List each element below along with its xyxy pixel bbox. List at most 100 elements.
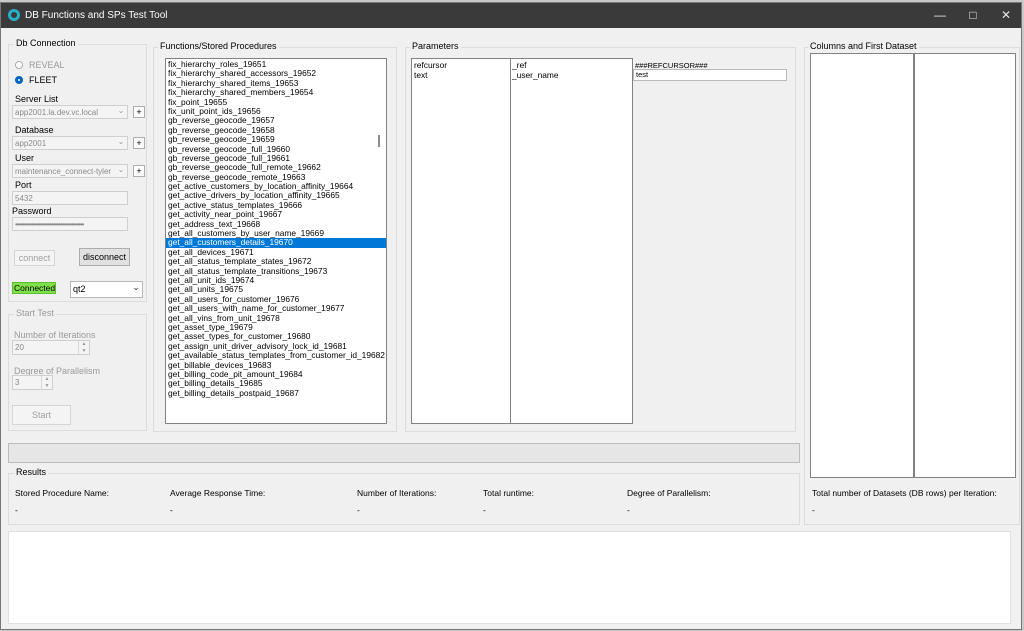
maximize-icon[interactable]: □ <box>956 3 990 28</box>
list-item[interactable]: get_all_devices_19671 <box>166 248 386 257</box>
results-group <box>8 473 800 525</box>
user-label: User <box>15 153 35 163</box>
port-field[interactable]: 5432 <box>12 191 128 205</box>
list-item[interactable]: fix_hierarchy_shared_members_19654 <box>166 88 386 97</box>
list-item[interactable]: fix_unit_point_ids_19656 <box>166 107 386 116</box>
list-item[interactable]: gb_reverse_geocode_19658 <box>166 126 386 135</box>
password-field[interactable]: •••••••••••••••••••••••••••••••••••••• <box>12 217 128 231</box>
list-item[interactable]: get_asset_types_for_customer_19680 <box>166 332 386 341</box>
database-value: app2001 <box>15 139 47 148</box>
list-item[interactable]: get_active_status_templates_19666 <box>166 201 386 210</box>
param-type-column: refcursor text <box>412 59 511 423</box>
parallelism-result-value: - <box>627 505 630 515</box>
environment-value: qt2 <box>73 284 86 294</box>
avg-response-value: - <box>170 505 173 515</box>
columns-list[interactable] <box>810 53 914 478</box>
list-item[interactable]: get_all_users_with_name_for_customer_196… <box>166 304 386 313</box>
list-item[interactable]: get_billing_details_postpaid_19687 <box>166 389 386 398</box>
list-item[interactable]: get_all_customers_by_user_name_19669 <box>166 229 386 238</box>
chevron-down-icon: ⌄ <box>117 106 125 115</box>
list-item[interactable]: gb_reverse_geocode_full_remote_19662 <box>166 163 386 172</box>
scrollbar-thumb[interactable] <box>378 135 380 147</box>
list-item[interactable]: get_all_status_template_transitions_1967… <box>166 267 386 276</box>
list-item[interactable]: get_billable_devices_19683 <box>166 361 386 370</box>
parallelism-spinner[interactable]: 3 ▲ ▼ <box>12 375 53 390</box>
environment-combo[interactable]: qt2 ⌄ <box>70 281 143 298</box>
list-item[interactable]: get_asset_type_19679 <box>166 323 386 332</box>
total-runtime-value: - <box>483 505 486 515</box>
chevron-down-icon: ⌄ <box>132 282 140 292</box>
list-item[interactable]: get_billing_details_19685 <box>166 379 386 388</box>
list-item[interactable]: gb_reverse_geocode_19657 <box>166 116 386 125</box>
connect-button[interactable]: connect <box>14 250 55 266</box>
list-item[interactable]: get_active_customers_by_location_affinit… <box>166 182 386 191</box>
list-item[interactable]: get_all_unit_ids_19674 <box>166 276 386 285</box>
parameters-table[interactable]: refcursor text _ref _user_name <box>411 58 633 424</box>
main-window: DB Functions and SPs Test Tool — □ ✕ Db … <box>0 2 1022 630</box>
add-server-button[interactable]: + <box>133 106 145 118</box>
minimize-icon[interactable]: — <box>923 3 957 28</box>
iterations-result-label: Number of Iterations: <box>357 488 437 498</box>
iterations-result-value: - <box>357 505 360 515</box>
functions-listbox[interactable]: fix_hierarchy_roles_19651 fix_hierarchy_s… <box>165 58 387 424</box>
list-item[interactable]: fix_point_19655 <box>166 98 386 107</box>
iterations-spinner[interactable]: 20 ▲ ▼ <box>12 340 90 355</box>
list-item[interactable]: fix_hierarchy_roles_19651 <box>166 60 386 69</box>
sp-name-value: - <box>15 505 18 515</box>
list-item[interactable]: get_active_drivers_by_location_affinity_… <box>166 191 386 200</box>
server-list-combo[interactable]: app2001.la.dev.vc.local ⌄ <box>12 105 128 119</box>
list-item[interactable]: get_all_customers_details_19670 <box>166 238 386 248</box>
list-item[interactable]: fix_hierarchy_shared_items_19653 <box>166 79 386 88</box>
param-name-column: _ref _user_name <box>510 59 632 423</box>
radio-fleet[interactable] <box>15 76 23 84</box>
port-label: Port <box>15 180 32 190</box>
param-value-input[interactable]: test <box>633 69 787 81</box>
list-item[interactable]: get_all_users_for_customer_19676 <box>166 295 386 304</box>
database-combo[interactable]: app2001 ⌄ <box>12 136 128 150</box>
password-label: Password <box>12 206 52 216</box>
progress-bar <box>8 443 800 463</box>
datasets-value: - <box>812 505 815 515</box>
title-bar: DB Functions and SPs Test Tool — □ ✕ <box>1 3 1021 28</box>
iterations-value: 20 <box>15 343 24 352</box>
db-connection-label: Db Connection <box>14 38 78 48</box>
list-item[interactable]: gb_reverse_geocode_full_19661 <box>166 154 386 163</box>
results-label: Results <box>14 467 49 477</box>
list-item[interactable]: get_activity_near_point_19667 <box>166 210 386 219</box>
user-value: maintenance_connect-tyler <box>15 167 112 176</box>
list-item[interactable]: gb_reverse_geocode_19659 <box>166 135 386 144</box>
add-user-button[interactable]: + <box>133 165 145 177</box>
list-item[interactable]: get_assign_unit_driver_advisory_lock_id_… <box>166 342 386 351</box>
radio-fleet-label: FLEET <box>29 75 58 85</box>
chevron-down-icon: ⌄ <box>117 165 125 174</box>
list-item[interactable]: get_all_status_template_states_19672 <box>166 257 386 266</box>
param-name-cell: _user_name <box>512 69 559 80</box>
list-item[interactable]: get_billing_code_pit_amount_19684 <box>166 370 386 379</box>
parallelism-result-label: Degree of Parallelism: <box>627 488 711 498</box>
start-button[interactable]: Start <box>12 405 71 425</box>
list-item[interactable]: gb_reverse_geocode_remote_19663 <box>166 173 386 182</box>
list-item[interactable]: gb_reverse_geocode_full_19660 <box>166 145 386 154</box>
disconnect-button[interactable]: disconnect <box>79 248 130 266</box>
list-item[interactable]: fix_hierarchy_shared_accessors_19652 <box>166 69 386 78</box>
database-label: Database <box>15 125 54 135</box>
server-list-value: app2001.la.dev.vc.local <box>15 108 99 117</box>
start-test-label: Start Test <box>14 308 56 318</box>
spin-down-icon[interactable]: ▼ <box>78 347 89 354</box>
list-item[interactable]: get_available_status_templates_from_cust… <box>166 351 386 360</box>
close-icon[interactable]: ✕ <box>989 3 1021 28</box>
user-combo[interactable]: maintenance_connect-tyler ⌄ <box>12 164 128 178</box>
list-item[interactable]: get_address_text_19668 <box>166 220 386 229</box>
spin-down-icon[interactable]: ▼ <box>41 382 52 389</box>
first-dataset-list[interactable] <box>914 53 1016 478</box>
total-runtime-label: Total runtime: <box>483 488 535 498</box>
add-database-button[interactable]: + <box>133 137 145 149</box>
iterations-label: Number of Iterations <box>14 330 96 340</box>
list-item[interactable]: get_all_vins_from_unit_19678 <box>166 314 386 323</box>
output-textarea[interactable] <box>8 531 1011 624</box>
param-type-cell: text <box>414 69 428 80</box>
radio-reveal[interactable] <box>15 61 23 69</box>
list-item[interactable]: get_all_units_19675 <box>166 285 386 294</box>
datasets-label: Total number of Datasets (DB rows) per I… <box>812 488 997 498</box>
server-list-label: Server List <box>15 94 59 104</box>
